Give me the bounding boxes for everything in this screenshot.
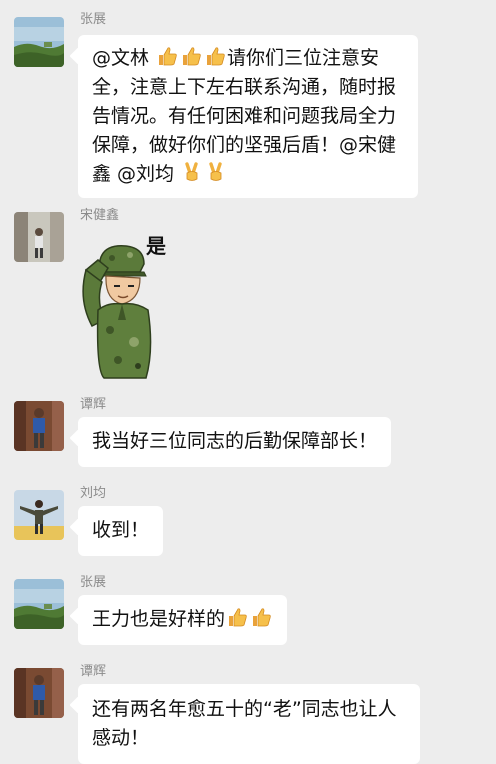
saluting-soldier-sticker-icon[interactable]: 是 [78, 230, 188, 380]
thumbs-up-icon [250, 606, 272, 628]
victory-hand-icon [205, 161, 227, 183]
message-bubble[interactable]: @文林 请你们三位注意安全，注意上下左右联系沟通，随时报告情况。有任何困难和问题… [78, 35, 418, 198]
person-standing-avatar-icon[interactable] [14, 668, 64, 718]
message-text: 我当好三位同志的后勤保障部长！ [92, 430, 378, 452]
person-standing-avatar-icon[interactable] [14, 401, 64, 451]
message-bubble[interactable]: 收到！ [78, 506, 164, 556]
landscape-avatar-icon[interactable] [14, 579, 64, 629]
message-text: 还有两名年愈五十的“老”同志也让人感动！ [92, 698, 397, 749]
sender-name: 张展 [80, 575, 107, 590]
message-text-segment: 王力也是好样的 [92, 608, 226, 630]
message-text: 王力也是好样的 [92, 605, 273, 634]
thumbs-up-icon [156, 45, 178, 67]
message-text: 收到！ [92, 519, 150, 541]
sender-name: 谭辉 [80, 397, 107, 412]
message-bubble[interactable]: 还有两名年愈五十的“老”同志也让人感动！ [78, 684, 420, 764]
message-bubble[interactable]: 王力也是好样的 [78, 595, 288, 645]
victory-hand-icon [181, 161, 203, 183]
thumbs-up-icon [226, 606, 248, 628]
landscape-avatar-icon[interactable] [14, 17, 64, 67]
sender-name: 刘均 [80, 486, 107, 501]
message-bubble[interactable]: 我当好三位同志的后勤保障部长！ [78, 417, 392, 467]
sender-name: 宋健鑫 [80, 208, 120, 223]
message-text-segment: @文林 [92, 47, 156, 69]
message-text: @文林 请你们三位注意安全，注意上下左右联系沟通，随时报告情况。有任何困难和问题… [92, 44, 404, 189]
thumbs-up-icon [180, 45, 202, 67]
sender-name: 张展 [80, 12, 107, 27]
sender-name: 谭辉 [80, 664, 107, 679]
thumbs-up-icon [204, 45, 226, 67]
person-arms-open-avatar-icon[interactable] [14, 490, 64, 540]
person-outdoors-avatar-icon[interactable] [14, 212, 64, 262]
